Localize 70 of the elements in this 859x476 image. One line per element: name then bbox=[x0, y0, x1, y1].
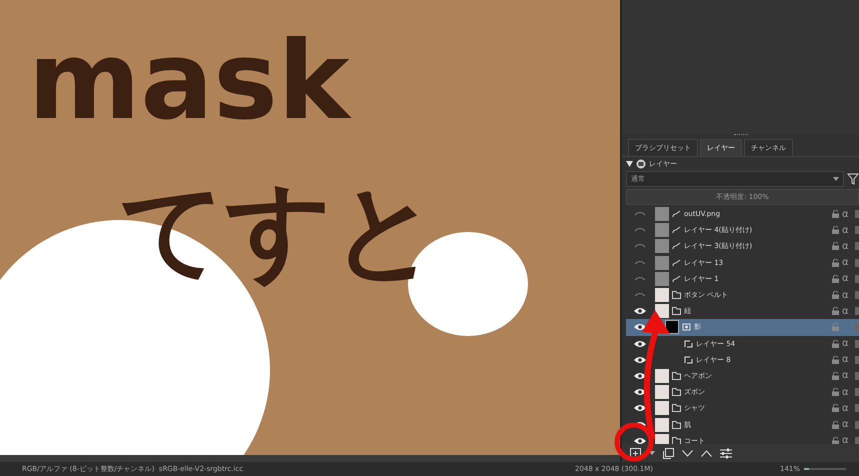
lock-icon[interactable] bbox=[832, 242, 839, 250]
eye-icon[interactable] bbox=[634, 372, 646, 380]
chevron-down-icon[interactable] bbox=[682, 450, 693, 456]
alpha-lock-toggle[interactable]: α bbox=[842, 290, 852, 301]
alpha-lock-toggle[interactable]: α bbox=[842, 224, 852, 236]
hidden-eye-icon[interactable] bbox=[634, 274, 646, 283]
eye-icon[interactable] bbox=[634, 388, 646, 396]
lock-icon[interactable] bbox=[832, 388, 839, 396]
layer-thumbnail bbox=[655, 239, 669, 254]
alpha-lock-toggle[interactable]: α bbox=[842, 435, 852, 444]
alpha-lock-toggle[interactable]: α bbox=[842, 370, 852, 382]
filter-icon[interactable] bbox=[847, 173, 859, 185]
lock-icon[interactable] bbox=[832, 404, 839, 412]
alpha-lock-toggle[interactable]: α bbox=[842, 273, 852, 284]
eye-icon[interactable] bbox=[634, 436, 646, 444]
lock-icon[interactable] bbox=[832, 436, 839, 444]
annotation-circle bbox=[614, 422, 654, 462]
lock-icon[interactable] bbox=[832, 340, 839, 348]
alpha-lock-toggle[interactable]: α bbox=[842, 419, 852, 430]
eye-icon[interactable] bbox=[634, 356, 646, 364]
properties-icon[interactable] bbox=[720, 448, 732, 458]
collapse-triangle-icon[interactable] bbox=[626, 160, 633, 166]
chevron-up-icon[interactable] bbox=[701, 450, 712, 456]
lock-icon[interactable] bbox=[832, 420, 839, 429]
lock-icon[interactable] bbox=[832, 291, 839, 300]
layer-thumbnail bbox=[655, 385, 669, 400]
clone-layer-icon bbox=[684, 356, 693, 364]
lock-icon[interactable] bbox=[832, 274, 839, 283]
brush-icon bbox=[672, 226, 681, 234]
lock-icon[interactable] bbox=[832, 356, 839, 364]
eye-icon[interactable] bbox=[634, 404, 646, 412]
add-layer-icon[interactable] bbox=[630, 448, 641, 458]
layer-thumbnail bbox=[655, 272, 669, 286]
lock-icon[interactable] bbox=[832, 372, 839, 380]
alpha-lock-toggle[interactable]: α bbox=[842, 386, 852, 398]
alpha-lock-toggle[interactable]: α bbox=[842, 354, 852, 366]
brush-icon bbox=[672, 210, 681, 218]
alpha-lock-toggle[interactable]: α bbox=[842, 306, 852, 317]
eye-icon[interactable] bbox=[634, 307, 646, 316]
layer-thumbnail bbox=[655, 401, 669, 416]
clone-layer-icon bbox=[684, 340, 693, 348]
dropdown-caret-icon[interactable] bbox=[649, 451, 655, 455]
handwritten-text: mask bbox=[28, 28, 350, 136]
alpha-lock-toggle[interactable]: α bbox=[842, 240, 852, 252]
layer-thumbnail bbox=[655, 418, 669, 432]
layer-thumbnail bbox=[655, 207, 669, 222]
eye-icon[interactable] bbox=[634, 340, 646, 348]
brush-icon bbox=[672, 258, 681, 267]
lock-icon[interactable] bbox=[832, 258, 839, 267]
alpha-lock-toggle[interactable]: α bbox=[842, 257, 852, 268]
lock-icon[interactable] bbox=[832, 307, 839, 316]
layer-thumbnail bbox=[655, 223, 669, 238]
mask-icon bbox=[682, 323, 691, 332]
brush-icon bbox=[672, 274, 681, 283]
hidden-eye-icon[interactable] bbox=[634, 258, 646, 267]
alpha-lock-toggle[interactable]: α bbox=[842, 338, 852, 350]
lock-icon[interactable] bbox=[832, 210, 839, 218]
lock-icon[interactable] bbox=[832, 226, 839, 234]
brush-icon bbox=[672, 242, 681, 250]
layers-icon bbox=[636, 158, 646, 168]
duplicate-layer-icon[interactable] bbox=[663, 448, 674, 458]
horizontal-scrollbar[interactable] bbox=[0, 455, 620, 462]
layer-thumbnail bbox=[655, 368, 669, 383]
alpha-lock-toggle[interactable]: α bbox=[842, 208, 852, 220]
dropdown-caret-icon bbox=[833, 177, 839, 181]
docker-handle[interactable] bbox=[734, 134, 748, 138]
layer-thumbnail bbox=[655, 288, 669, 302]
layer-thumbnail bbox=[655, 434, 669, 444]
alpha-lock-toggle[interactable]: α bbox=[842, 402, 852, 414]
layer-thumbnail bbox=[655, 256, 669, 270]
